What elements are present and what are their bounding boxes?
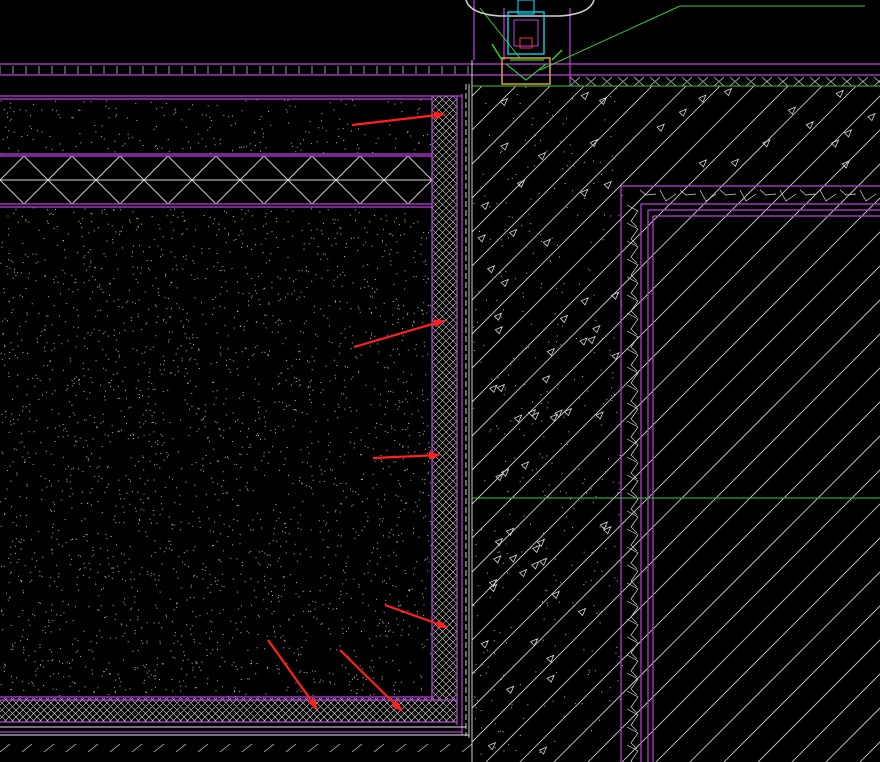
speckle-dots <box>0 207 432 697</box>
guide-lines-layer <box>472 5 880 499</box>
lower-strip-ticks <box>0 743 472 753</box>
arrow-shaft-5 <box>339 649 396 705</box>
left-fill-speckle <box>0 207 432 697</box>
bottom-membrane-crosshatch <box>0 698 457 722</box>
arrow-shaft-0 <box>351 114 435 127</box>
top-strip-ticks <box>0 66 469 74</box>
hatch-layer <box>0 66 880 762</box>
strip-ticks <box>569 76 880 87</box>
annotation-arrows <box>267 111 449 712</box>
zigzag-pattern <box>0 156 432 204</box>
speckle-dots <box>0 99 432 154</box>
stone-cell-pattern <box>626 189 877 762</box>
insulation-zigzag <box>0 156 432 204</box>
arrow-icon <box>339 649 403 712</box>
arrow-icon <box>372 451 441 460</box>
arrow-shaft-1 <box>353 322 435 349</box>
cad-section-drawing <box>0 0 880 762</box>
frame-inner <box>513 19 539 47</box>
cross-hatch-lines <box>0 698 457 722</box>
top-strip-pattern <box>569 76 880 87</box>
speckle-dots <box>472 86 623 755</box>
lower-strip-pattern <box>0 743 472 753</box>
top-frame-detail <box>465 0 595 85</box>
arrow-shaft-3 <box>384 603 439 625</box>
arrow-shaft-4 <box>267 639 312 701</box>
arrow-shaft-2 <box>372 454 430 460</box>
left-slab-speckle <box>0 99 432 154</box>
aggregate-triangles <box>477 87 876 755</box>
concrete-speckle <box>472 86 623 755</box>
arrow-icon <box>384 603 449 628</box>
